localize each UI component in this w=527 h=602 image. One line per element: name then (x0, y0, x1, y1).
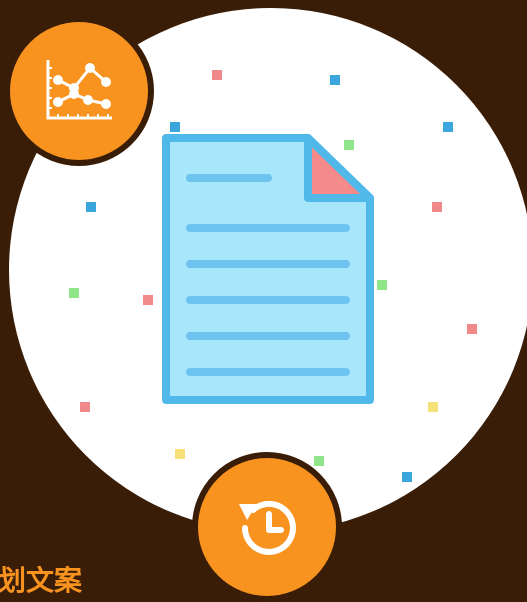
confetti-square (377, 280, 387, 290)
confetti-square (80, 402, 90, 412)
confetti-square (86, 202, 96, 212)
bottom-caption: 划文案 (0, 564, 83, 597)
confetti-square (443, 122, 453, 132)
confetti-square (170, 122, 180, 132)
confetti-square (69, 288, 79, 298)
chart-icon (46, 60, 112, 120)
confetti-square (175, 449, 185, 459)
history-icon (239, 500, 296, 555)
confetti-square (212, 70, 222, 80)
confetti-square (402, 472, 412, 482)
confetti-square (428, 402, 438, 412)
history-badge[interactable] (192, 452, 342, 602)
document-icon (162, 134, 374, 404)
confetti-square (314, 456, 324, 466)
chart-badge[interactable] (4, 16, 154, 166)
confetti-square (467, 324, 477, 334)
confetti-square (143, 295, 153, 305)
confetti-square (330, 75, 340, 85)
confetti-square (432, 202, 442, 212)
